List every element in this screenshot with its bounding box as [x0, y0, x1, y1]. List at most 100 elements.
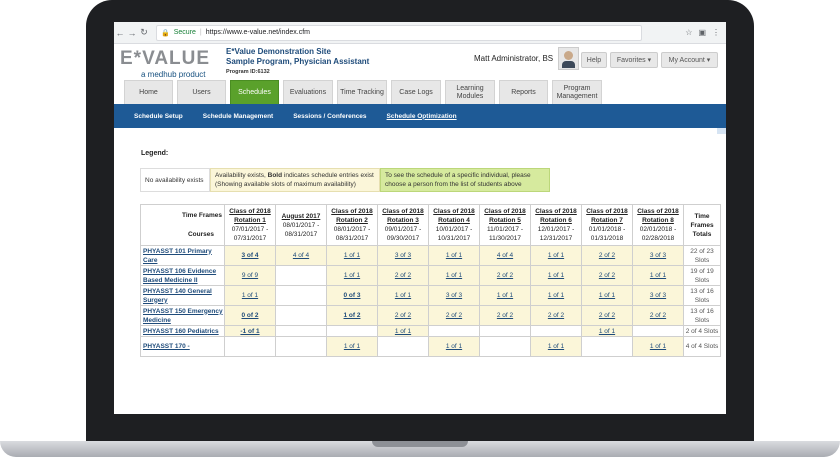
slot-cell[interactable]: 2 of 2: [428, 305, 480, 326]
course-cell[interactable]: PHYASST 160 Pediatrics: [140, 325, 225, 337]
slot-cell[interactable]: 1 of 1: [632, 265, 684, 286]
slot-cell[interactable]: 3 of 4: [224, 245, 276, 266]
back-icon[interactable]: ←: [114, 28, 126, 38]
slot-link[interactable]: 2 of 2: [599, 312, 615, 319]
tab-users[interactable]: Users: [177, 80, 226, 106]
slot-cell[interactable]: 1 of 1: [428, 336, 480, 357]
tab-reports[interactable]: Reports: [499, 80, 548, 106]
slot-cell[interactable]: 2 of 2: [479, 305, 531, 326]
slot-cell[interactable]: 9 of 9: [224, 265, 276, 286]
slot-link[interactable]: 1 of 1: [650, 272, 666, 279]
slot-link[interactable]: 9 of 9: [242, 272, 258, 279]
slot-cell[interactable]: 2 of 2: [632, 305, 684, 326]
slot-link[interactable]: 1 of 1: [599, 328, 615, 335]
slot-link[interactable]: 0 of 3: [344, 292, 361, 299]
slot-cell[interactable]: 4 of 4: [479, 245, 531, 266]
timeframe-header[interactable]: Class of 2018 Rotation 8 02/01/2018 - 02/2…: [632, 204, 684, 246]
slot-cell[interactable]: 1 of 1: [530, 285, 582, 306]
slot-link[interactable]: 2 of 2: [395, 272, 411, 279]
slot-link[interactable]: 2 of 2: [548, 312, 564, 319]
slot-cell[interactable]: 0 of 2: [224, 305, 276, 326]
extension-icon[interactable]: ▣: [698, 28, 706, 37]
timeframe-header[interactable]: Class of 2018 Rotation 4 10/01/2017 - 10/3…: [428, 204, 480, 246]
timeframe-header[interactable]: Class of 2018 Rotation 2 08/01/2017 - 08/3…: [326, 204, 378, 246]
slot-link[interactable]: 1 of 1: [395, 292, 411, 299]
slot-cell[interactable]: 1 of 1: [377, 285, 429, 306]
slot-cell[interactable]: 1 of 1: [530, 265, 582, 286]
timeframe-header[interactable]: August 2017 08/01/2017 - 08/31/2017: [275, 204, 327, 246]
slot-link[interactable]: 1 of 1: [242, 292, 258, 299]
slot-link[interactable]: 1 of 1: [344, 272, 360, 279]
menu-icon[interactable]: ⋮: [712, 28, 720, 37]
slot-cell[interactable]: 2 of 2: [479, 265, 531, 286]
slot-cell[interactable]: 1 of 1: [530, 245, 582, 266]
slot-link[interactable]: 1 of 1: [344, 252, 360, 259]
slot-link[interactable]: 1 of 2: [344, 312, 361, 319]
slot-cell[interactable]: 1 of 1: [377, 325, 429, 337]
slot-link[interactable]: 2 of 2: [395, 312, 411, 319]
slot-cell[interactable]: 3 of 3: [632, 245, 684, 266]
slot-link[interactable]: 4 of 4: [293, 252, 309, 259]
timeframe-header[interactable]: Class of 2018 Rotation 7 01/01/2018 - 01/3…: [581, 204, 633, 246]
slot-link[interactable]: 1 of 1: [548, 343, 564, 350]
slot-link[interactable]: 1 of 1: [446, 252, 462, 259]
slot-link[interactable]: 4 of 4: [497, 252, 513, 259]
slot-link[interactable]: 1 of 1: [599, 292, 615, 299]
slot-cell[interactable]: 1 of 1: [428, 245, 480, 266]
subnav-schedule-optimization[interactable]: Schedule Optimization: [387, 113, 457, 120]
slot-cell[interactable]: 3 of 3: [632, 285, 684, 306]
slot-cell[interactable]: 0 of 3: [326, 285, 378, 306]
tab-schedules[interactable]: Schedules: [230, 80, 279, 106]
slot-link[interactable]: 1 of 1: [446, 272, 462, 279]
slot-cell[interactable]: 2 of 2: [581, 305, 633, 326]
course-cell[interactable]: PHYASST 150 Emergency Medicine: [140, 305, 225, 326]
subnav-schedule-management[interactable]: Schedule Management: [203, 113, 273, 120]
slot-link[interactable]: 3 of 3: [446, 292, 462, 299]
course-cell[interactable]: PHYASST 170 -: [140, 336, 225, 357]
slot-cell[interactable]: 2 of 2: [581, 245, 633, 266]
slot-cell[interactable]: 3 of 3: [428, 285, 480, 306]
slot-cell[interactable]: 1 of 1: [581, 285, 633, 306]
slot-cell[interactable]: 3 of 3: [377, 245, 429, 266]
slot-link[interactable]: 1 of 1: [446, 343, 462, 350]
avatar[interactable]: [558, 47, 579, 70]
slot-link[interactable]: 1 of 1: [344, 343, 360, 350]
my-account-button[interactable]: My Account ▾: [661, 52, 718, 68]
slot-cell[interactable]: 4 of 4: [275, 245, 327, 266]
timeframe-header[interactable]: Class of 2018 Rotation 5 11/01/2017 - 11/3…: [479, 204, 531, 246]
slot-cell[interactable]: 2 of 2: [377, 305, 429, 326]
logo[interactable]: E*VALUE: [120, 48, 210, 70]
slot-cell[interactable]: -1 of 1: [224, 325, 276, 337]
slot-cell[interactable]: 1 of 1: [326, 336, 378, 357]
slot-link[interactable]: 1 of 1: [395, 328, 411, 335]
course-cell[interactable]: PHYASST 101 Primary Care: [140, 245, 225, 266]
favorites-button[interactable]: Favorites ▾: [610, 52, 658, 68]
tab-learning-modules[interactable]: Learning Modules: [445, 80, 495, 106]
timeframe-header[interactable]: Class of 2018 Rotation 1 07/01/2017 - 07/3…: [224, 204, 276, 246]
timeframe-header[interactable]: Class of 2018 Rotation 3 09/01/2017 - 09/3…: [377, 204, 429, 246]
timeframe-header[interactable]: Class of 2018 Rotation 6 12/01/2017 - 12/3…: [530, 204, 582, 246]
slot-cell[interactable]: 1 of 1: [428, 265, 480, 286]
slot-cell[interactable]: 1 of 1: [530, 336, 582, 357]
slot-cell[interactable]: 1 of 1: [479, 285, 531, 306]
slot-cell[interactable]: 2 of 2: [377, 265, 429, 286]
slot-link[interactable]: 3 of 3: [650, 292, 666, 299]
subnav-sessions-conferences[interactable]: Sessions / Conferences: [293, 113, 366, 120]
slot-link[interactable]: 2 of 2: [599, 272, 615, 279]
forward-icon[interactable]: →: [126, 28, 138, 38]
slot-cell[interactable]: 1 of 1: [224, 285, 276, 306]
slot-link[interactable]: 0 of 2: [242, 312, 259, 319]
slot-link[interactable]: 3 of 4: [242, 252, 259, 259]
slot-link[interactable]: 1 of 1: [548, 292, 564, 299]
slot-link[interactable]: 2 of 2: [599, 252, 615, 259]
subnav-schedule-setup[interactable]: Schedule Setup: [134, 113, 183, 120]
tab-case-logs[interactable]: Case Logs: [391, 80, 441, 106]
tab-time-tracking[interactable]: Time Tracking: [337, 80, 387, 106]
slot-link[interactable]: 2 of 2: [497, 272, 513, 279]
slot-link[interactable]: 3 of 3: [650, 252, 666, 259]
slot-link[interactable]: -1 of 1: [240, 328, 259, 335]
tab-home[interactable]: Home: [124, 80, 173, 106]
slot-link[interactable]: 2 of 2: [650, 312, 666, 319]
slot-link[interactable]: 1 of 1: [548, 252, 564, 259]
help-button[interactable]: Help: [581, 52, 607, 68]
